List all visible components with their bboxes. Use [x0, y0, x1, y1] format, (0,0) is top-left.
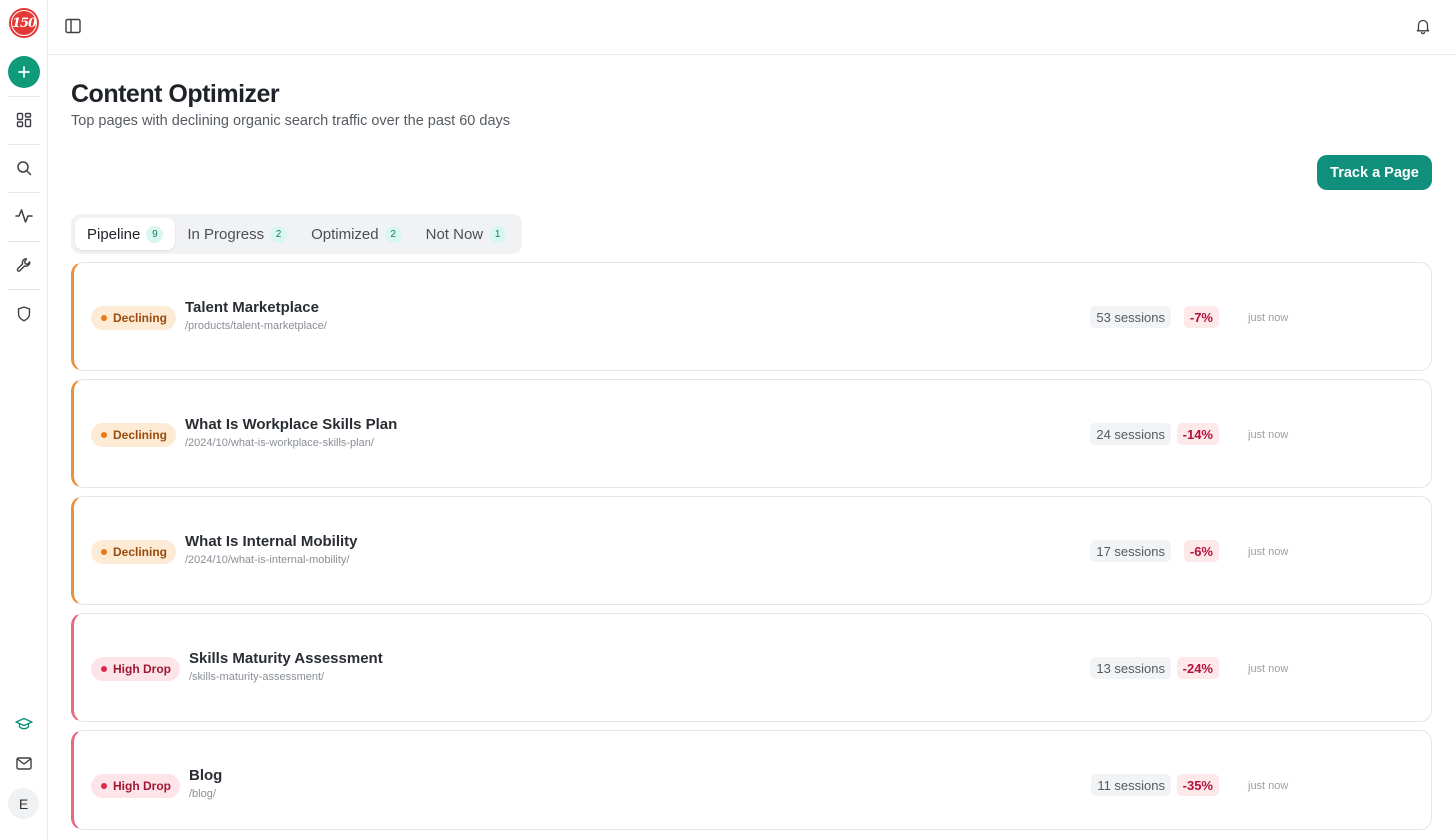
page-title-text: What Is Internal Mobility: [185, 533, 358, 550]
page-path: /blog/: [189, 788, 216, 800]
status-badge: Declining: [91, 423, 177, 447]
tab-count-badge: 1: [489, 225, 507, 243]
tab-label: Pipeline: [87, 225, 141, 243]
mail-icon: [16, 756, 32, 770]
page-title: Content Optimizer: [71, 80, 280, 108]
sidebar-item-security[interactable]: [12, 302, 36, 326]
page-title-text: Skills Maturity Assessment: [189, 650, 383, 667]
tab-label: Optimized: [311, 225, 379, 243]
sidebar-panel-icon: [65, 18, 81, 34]
page-path: /products/talent-marketplace/: [185, 320, 327, 332]
dashboard-icon: [16, 112, 32, 128]
tab-label: Not Now: [425, 225, 484, 243]
sidebar-item-dashboard[interactable]: [12, 108, 36, 132]
tab-not-now[interactable]: Not Now 1: [414, 218, 519, 250]
tab-count-badge: 2: [270, 225, 288, 243]
page-card[interactable]: Declining What Is Workplace Skills Plan …: [71, 379, 1432, 488]
updated-timestamp: just now: [1248, 546, 1289, 558]
updated-timestamp: just now: [1248, 663, 1289, 675]
status-label: Declining: [113, 311, 168, 325]
status-dot-icon: [101, 783, 107, 789]
sidebar-item-learn[interactable]: [12, 712, 36, 736]
tab-count-badge: 9: [146, 225, 164, 243]
sidebar-divider: [8, 241, 40, 242]
page-path: /skills-maturity-assessment/: [189, 671, 325, 683]
page-card[interactable]: Declining What Is Internal Mobility /202…: [71, 496, 1432, 605]
top-bar: [48, 0, 1456, 55]
page-card[interactable]: Declining Talent Marketplace /products/t…: [71, 262, 1432, 371]
tab-in-progress[interactable]: In Progress 2: [175, 218, 299, 250]
tab-label: In Progress: [187, 225, 265, 243]
sidebar-toggle-button[interactable]: [64, 17, 84, 37]
plus-icon: [18, 66, 30, 78]
status-badge: High Drop: [91, 774, 180, 798]
sidebar-item-search[interactable]: [12, 156, 36, 180]
page-title-text: What Is Workplace Skills Plan: [185, 416, 398, 433]
wrench-icon: [16, 258, 31, 272]
status-dot-icon: [101, 432, 107, 438]
track-page-button[interactable]: Track a Page: [1317, 155, 1432, 190]
status-badge: Declining: [91, 306, 177, 330]
shield-icon: [17, 306, 31, 322]
tab-optimized[interactable]: Optimized 2: [299, 218, 414, 250]
sidebar-item-tools[interactable]: [12, 253, 36, 277]
page-card[interactable]: High Drop Blog /blog/ 11 sessions -35% j…: [71, 730, 1432, 830]
notifications-button[interactable]: [1414, 17, 1434, 37]
sidebar-divider: [8, 192, 40, 193]
status-tabs: Pipeline 9 In Progress 2 Optimized 2 Not…: [71, 214, 523, 254]
traffic-change-badge: -7%: [1183, 306, 1219, 328]
status-dot-icon: [101, 549, 107, 555]
updated-timestamp: just now: [1248, 429, 1289, 441]
graduation-cap-icon: [15, 717, 33, 730]
sessions-badge: 53 sessions: [1090, 306, 1171, 328]
page-path: /2024/10/what-is-workplace-skills-plan/: [185, 437, 374, 449]
traffic-change-badge: -35%: [1176, 774, 1219, 796]
status-label: Declining: [113, 428, 168, 442]
status-badge: High Drop: [91, 657, 180, 681]
sessions-badge: 24 sessions: [1090, 423, 1171, 445]
search-icon: [17, 161, 32, 176]
sidebar: 150 E: [0, 0, 48, 840]
avatar[interactable]: E: [8, 788, 39, 819]
activity-icon: [15, 209, 33, 223]
sidebar-item-mail[interactable]: [12, 751, 36, 775]
updated-timestamp: just now: [1248, 312, 1289, 324]
brand-logo[interactable]: 150: [9, 8, 39, 38]
logo-text: 150: [11, 10, 37, 36]
sidebar-divider: [8, 289, 40, 290]
sidebar-item-activity[interactable]: [12, 204, 36, 228]
status-badge: Declining: [91, 540, 177, 564]
status-dot-icon: [101, 315, 107, 321]
new-button[interactable]: [8, 56, 40, 88]
sessions-badge: 13 sessions: [1090, 657, 1171, 679]
tab-count-badge: 2: [384, 225, 402, 243]
page-card[interactable]: High Drop Skills Maturity Assessment /sk…: [71, 613, 1432, 722]
sessions-badge: 17 sessions: [1090, 540, 1171, 562]
status-label: High Drop: [113, 779, 171, 793]
sidebar-divider: [8, 96, 40, 97]
status-dot-icon: [101, 666, 107, 672]
traffic-change-badge: -14%: [1176, 423, 1219, 445]
traffic-change-badge: -24%: [1176, 657, 1219, 679]
traffic-change-badge: -6%: [1183, 540, 1219, 562]
sessions-badge: 11 sessions: [1091, 774, 1171, 796]
page-path: /2024/10/what-is-internal-mobility/: [185, 554, 350, 566]
page-title-text: Talent Marketplace: [185, 299, 319, 316]
updated-timestamp: just now: [1248, 780, 1289, 792]
page-subtitle: Top pages with declining organic search …: [71, 113, 511, 129]
bell-icon: [1416, 19, 1430, 35]
status-label: Declining: [113, 545, 168, 559]
page-title-text: Blog: [189, 767, 223, 784]
sidebar-divider: [8, 144, 40, 145]
status-label: High Drop: [113, 662, 171, 676]
tab-pipeline[interactable]: Pipeline 9: [75, 218, 176, 250]
